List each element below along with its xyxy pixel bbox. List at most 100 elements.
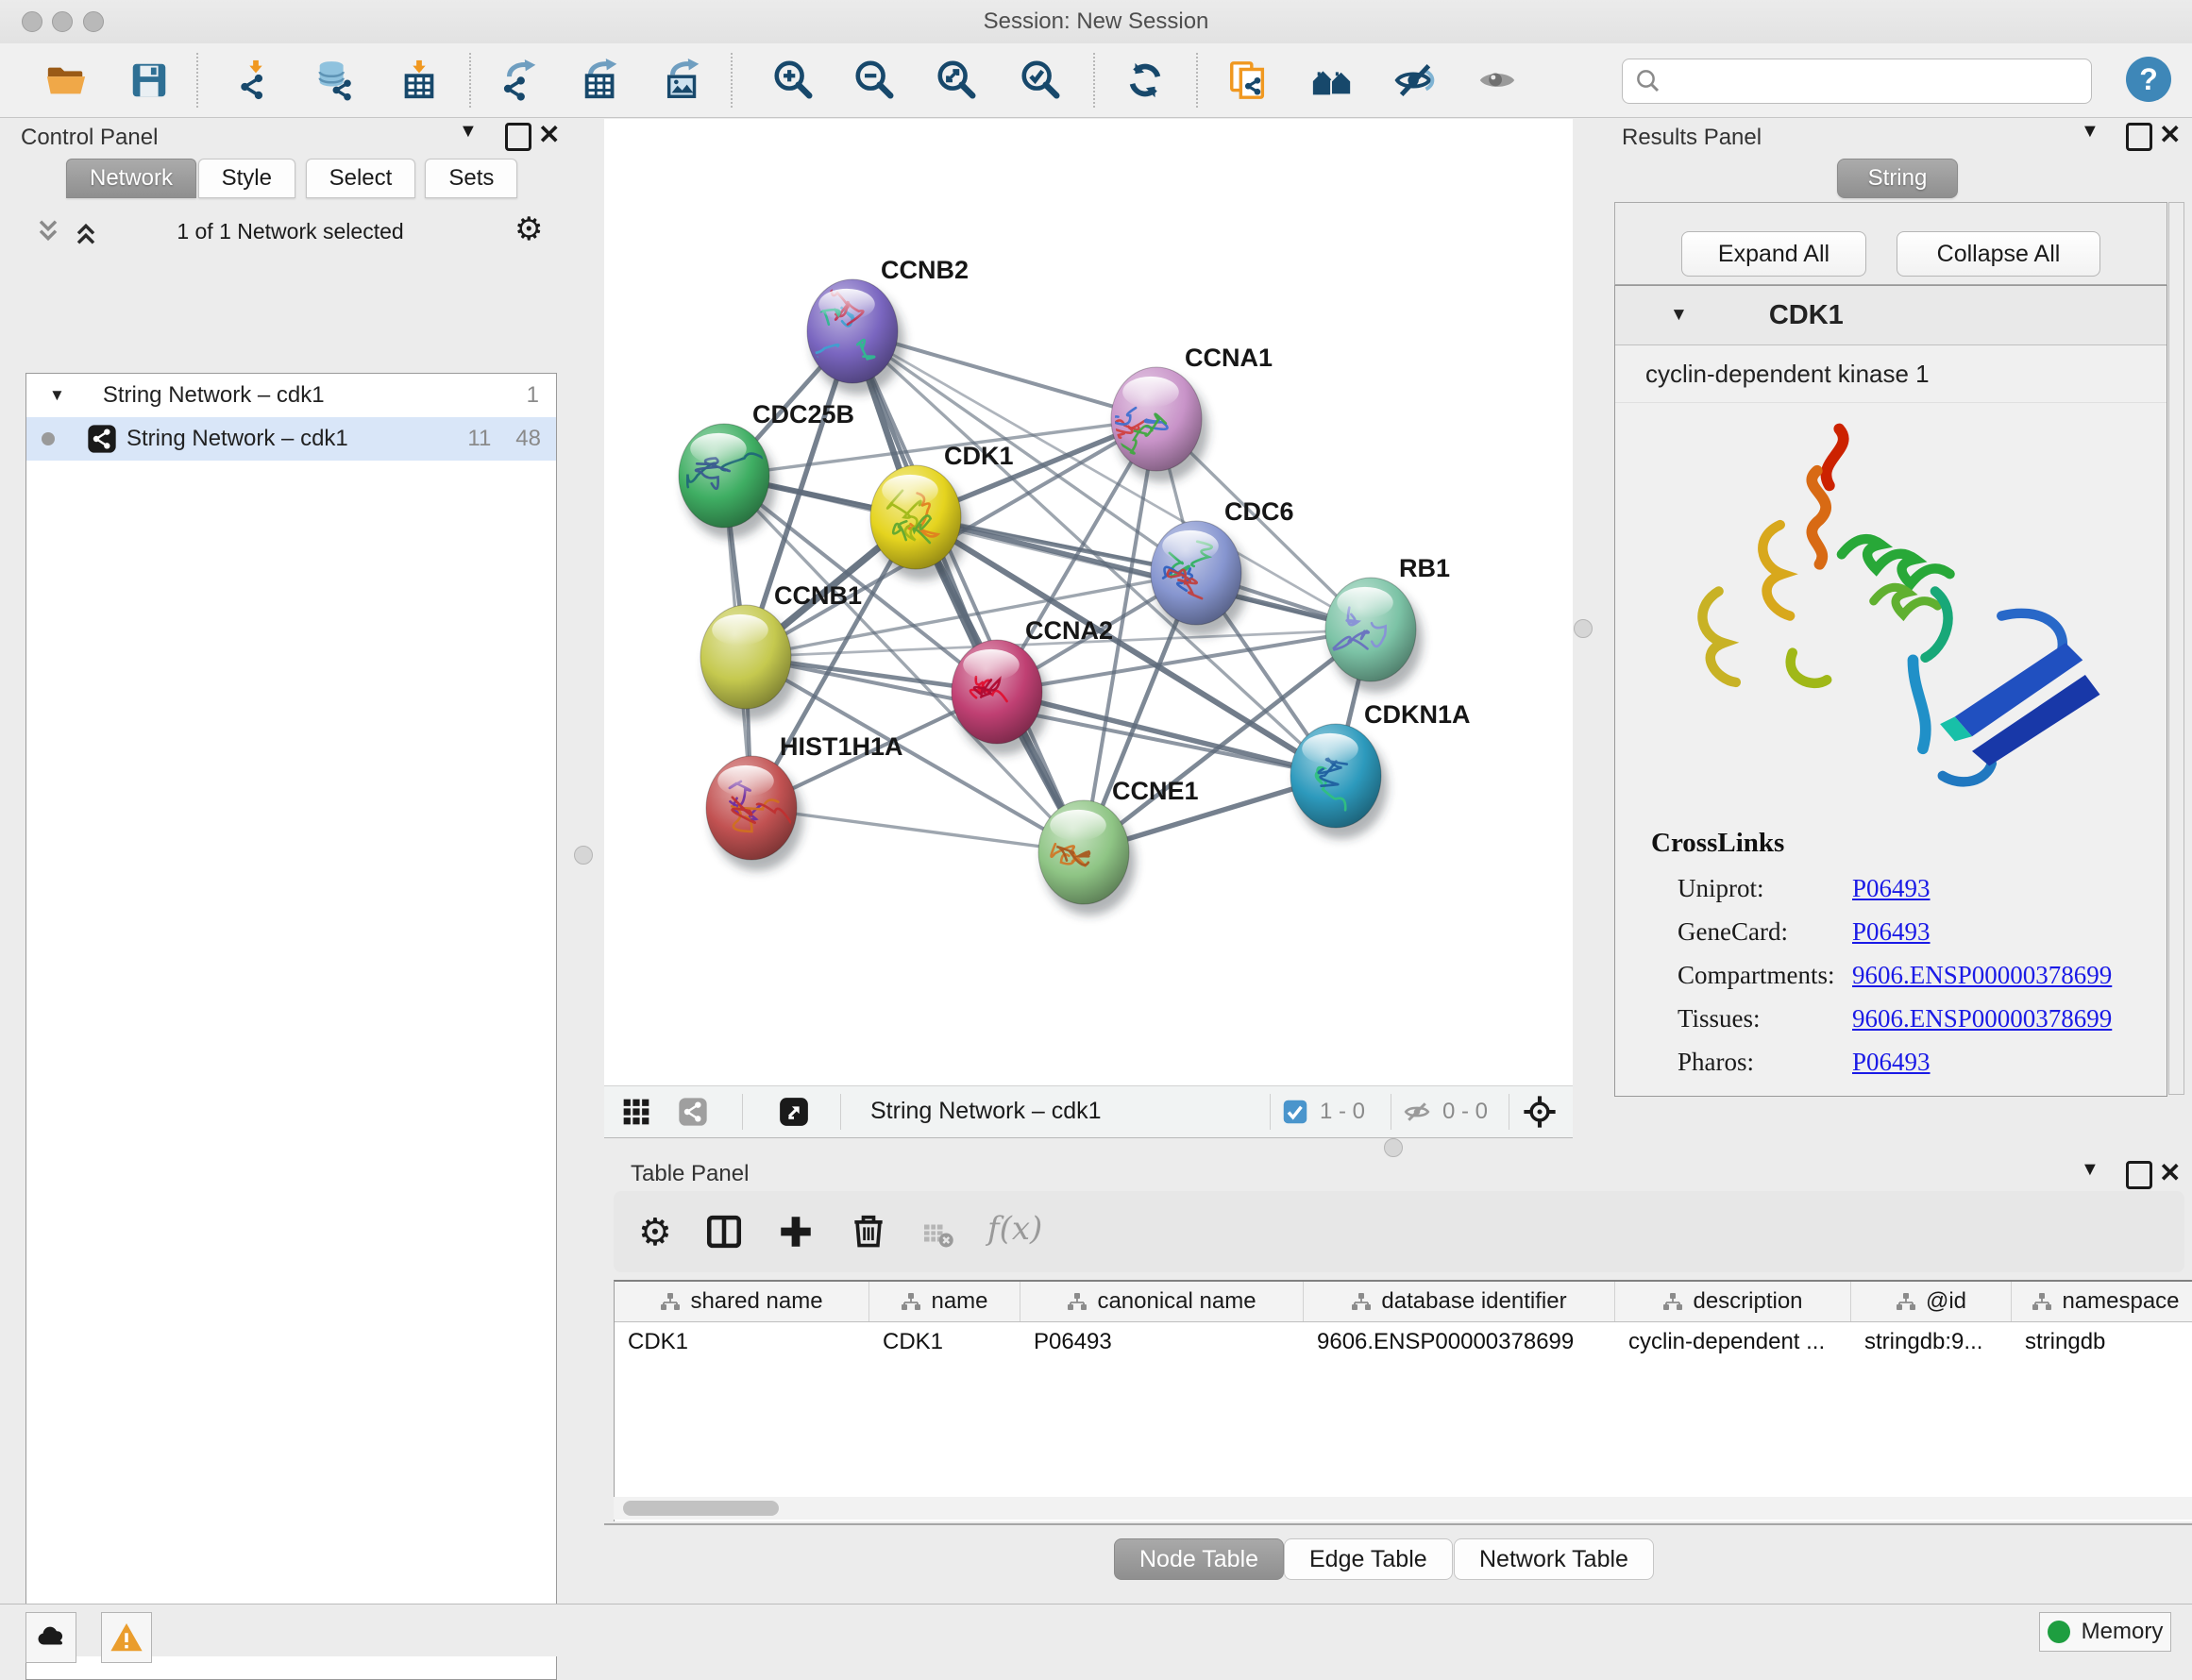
export-table-button[interactable] bbox=[575, 54, 628, 107]
protein-structure-image bbox=[1627, 407, 2155, 813]
show-graphics-details-button[interactable] bbox=[1471, 54, 1524, 107]
panel-divider bbox=[604, 1523, 2192, 1525]
crosslink-link[interactable]: 9606.ENSP00000378699 bbox=[1852, 1004, 2112, 1033]
column-label: shared name bbox=[690, 1288, 822, 1315]
network-options-gear-icon[interactable]: ⚙ bbox=[514, 213, 543, 245]
home-button[interactable] bbox=[1306, 54, 1358, 107]
export-image-button[interactable] bbox=[657, 54, 710, 107]
import-network-file-button[interactable] bbox=[229, 54, 282, 107]
network-results-splitter-handle[interactable] bbox=[1574, 619, 1593, 638]
tab-network-table[interactable]: Network Table bbox=[1454, 1538, 1654, 1580]
network-view-share-icon[interactable] bbox=[678, 1097, 708, 1127]
network-graph[interactable]: CCNB2CCNA1CDC25BCDK1CDC6RB1CCNB1CCNA2CDK… bbox=[604, 119, 1573, 1085]
export-network-button[interactable] bbox=[494, 54, 547, 107]
hidden-eye-icon[interactable] bbox=[1403, 1098, 1431, 1126]
hide-graphics-details-button[interactable] bbox=[1389, 54, 1442, 107]
refresh-view-button[interactable] bbox=[1119, 54, 1172, 107]
help-button[interactable]: ? bbox=[2126, 57, 2171, 102]
table-row[interactable]: CDK1CDK1P064939606.ENSP00000378699cyclin… bbox=[615, 1322, 2192, 1362]
memory-button[interactable]: Memory bbox=[2039, 1612, 2171, 1652]
collection-expand-icon[interactable]: ▼ bbox=[49, 386, 65, 405]
import-network-database-button[interactable] bbox=[309, 54, 362, 107]
network-node-CCNE1[interactable]: CCNE1 bbox=[1038, 777, 1199, 916]
zoom-out-button[interactable] bbox=[848, 54, 901, 107]
crosslink-link[interactable]: P06493 bbox=[1852, 1048, 1931, 1077]
panel-menu-icon[interactable]: ▼ bbox=[459, 121, 478, 143]
column-header-namespace[interactable]: namespace bbox=[2012, 1282, 2192, 1321]
table-cell: stringdb:9... bbox=[1851, 1322, 2012, 1362]
open-session-button[interactable] bbox=[40, 54, 93, 107]
network-node-RB1[interactable]: RB1 bbox=[1325, 554, 1450, 693]
import-table-file-button[interactable] bbox=[393, 54, 446, 107]
eye-icon bbox=[1475, 59, 1519, 102]
table-options-gear-icon[interactable]: ⚙ bbox=[638, 1214, 672, 1252]
network-row[interactable]: String Network – cdk1 11 48 bbox=[26, 417, 556, 461]
birds-eye-view-icon[interactable] bbox=[1522, 1094, 1558, 1130]
warning-icon bbox=[109, 1620, 144, 1655]
column-header-canonical-name[interactable]: canonical name bbox=[1020, 1282, 1304, 1321]
tab-style[interactable]: Style bbox=[198, 159, 295, 198]
results-scrollbar[interactable] bbox=[2168, 202, 2184, 1095]
float-panel-icon[interactable] bbox=[2126, 123, 2152, 151]
panel-menu-icon[interactable]: ▼ bbox=[2081, 1159, 2099, 1181]
attribute-tree-icon bbox=[901, 1292, 921, 1311]
search-input[interactable] bbox=[1670, 61, 2091, 101]
delete-column-icon[interactable] bbox=[848, 1210, 889, 1252]
vertical-splitter-handle[interactable] bbox=[574, 846, 593, 865]
network-selection-status: 1 of 1 Network selected bbox=[25, 219, 555, 244]
selected-checkbox-icon[interactable] bbox=[1282, 1099, 1308, 1125]
hscrollbar-thumb[interactable] bbox=[623, 1501, 779, 1516]
column-header-database-identifier[interactable]: database identifier bbox=[1304, 1282, 1615, 1321]
table-cell: P06493 bbox=[1020, 1322, 1304, 1362]
tab-select[interactable]: Select bbox=[306, 159, 416, 198]
network-node-CDKN1A[interactable]: CDKN1A bbox=[1290, 700, 1471, 839]
crosslink-link[interactable]: 9606.ENSP00000378699 bbox=[1852, 961, 2112, 990]
node-label-CDK1: CDK1 bbox=[944, 442, 1014, 470]
network-from-selection-button[interactable] bbox=[1222, 54, 1274, 107]
column-header-shared-name[interactable]: shared name bbox=[615, 1282, 869, 1321]
network-node-CDC6[interactable]: CDC6 bbox=[1151, 497, 1294, 636]
horizontal-splitter-handle[interactable] bbox=[1384, 1138, 1403, 1157]
delete-table-icon bbox=[921, 1218, 955, 1252]
network-node-CCNB2[interactable]: CCNB2 bbox=[801, 256, 969, 395]
section-collapse-icon[interactable]: ▼ bbox=[1670, 305, 1688, 326]
grid-view-icon[interactable] bbox=[621, 1097, 651, 1127]
tab-string[interactable]: String bbox=[1837, 159, 1958, 198]
crosslink-link[interactable]: P06493 bbox=[1852, 917, 1931, 947]
zoom-selected-button[interactable] bbox=[1014, 54, 1067, 107]
save-session-button[interactable] bbox=[123, 54, 176, 107]
network-node-HIST1H1A[interactable]: HIST1H1A bbox=[706, 732, 903, 871]
refresh-icon bbox=[1123, 59, 1167, 102]
memory-label: Memory bbox=[2082, 1619, 2164, 1645]
zoom-fit-button[interactable] bbox=[930, 54, 983, 107]
control-panel-title: Control Panel bbox=[21, 125, 158, 151]
show-columns-icon[interactable] bbox=[704, 1212, 744, 1252]
cloud-icon bbox=[34, 1621, 68, 1655]
network-node-CCNA1[interactable]: CCNA1 bbox=[1105, 344, 1273, 482]
panel-menu-icon[interactable]: ▼ bbox=[2081, 121, 2099, 143]
close-panel-icon[interactable]: ✕ bbox=[2159, 119, 2181, 150]
crosslink-label: Pharos: bbox=[1678, 1048, 1852, 1077]
collapse-all-button[interactable]: Collapse All bbox=[1897, 231, 2100, 277]
column-header-name[interactable]: name bbox=[869, 1282, 1020, 1321]
network-collection-row[interactable]: ▼ String Network – cdk1 1 bbox=[26, 374, 556, 417]
float-panel-icon[interactable] bbox=[2126, 1161, 2152, 1189]
add-column-icon[interactable] bbox=[776, 1212, 816, 1252]
expand-all-button[interactable]: Expand All bbox=[1681, 231, 1866, 277]
close-panel-icon[interactable]: ✕ bbox=[538, 119, 560, 150]
tab-node-table[interactable]: Node Table bbox=[1114, 1538, 1284, 1580]
protein-section-header[interactable]: ▼ CDK1 bbox=[1615, 286, 2167, 345]
detach-view-icon[interactable] bbox=[778, 1096, 810, 1128]
column-header-@id[interactable]: @id bbox=[1851, 1282, 2012, 1321]
network-node-CDK1[interactable]: CDK1 bbox=[870, 442, 1014, 580]
import-table-icon bbox=[397, 59, 441, 102]
column-header-description[interactable]: description bbox=[1615, 1282, 1851, 1321]
close-panel-icon[interactable]: ✕ bbox=[2159, 1157, 2181, 1188]
tab-network[interactable]: Network bbox=[66, 159, 196, 198]
tab-edge-table[interactable]: Edge Table bbox=[1284, 1538, 1453, 1580]
crosslink-link[interactable]: P06493 bbox=[1852, 874, 1931, 903]
network-canvas[interactable]: CCNB2CCNA1CDC25BCDK1CDC6RB1CCNB1CCNA2CDK… bbox=[604, 119, 1573, 1085]
float-panel-icon[interactable] bbox=[505, 123, 531, 151]
zoom-in-button[interactable] bbox=[767, 54, 819, 107]
tab-sets[interactable]: Sets bbox=[425, 159, 517, 198]
